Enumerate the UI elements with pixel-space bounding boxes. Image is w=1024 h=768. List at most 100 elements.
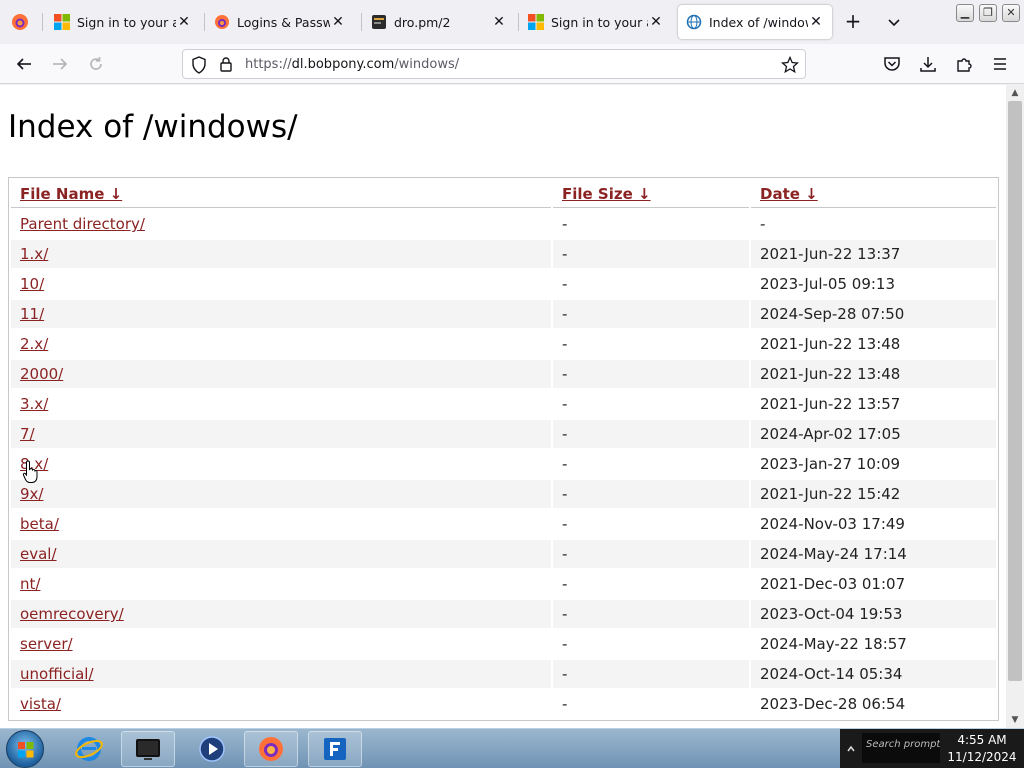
media-player-icon[interactable]	[185, 731, 239, 767]
directory-link[interactable]: 1.x/	[20, 245, 48, 263]
table-row: 2.x/ - 2021-Jun-22 13:48	[11, 330, 996, 358]
close-tab-icon[interactable]: ✕	[491, 14, 507, 30]
tab-title: Sign in to your acc	[551, 14, 648, 30]
directory-link[interactable]: oemrecovery/	[20, 605, 124, 623]
column-header-date[interactable]: Date ↓	[751, 180, 996, 208]
directory-link[interactable]: 10/	[20, 275, 44, 293]
file-name-cell: unofficial/	[11, 660, 551, 688]
back-arrow-icon[interactable]	[12, 52, 36, 76]
start-button[interactable]	[6, 730, 44, 768]
directory-link[interactable]: 3.x/	[20, 395, 48, 413]
url-scheme: https://	[245, 57, 292, 72]
file-size-cell: -	[562, 395, 568, 413]
url-host: dl.bobpony.com	[291, 57, 395, 72]
tab-sign-in-2[interactable]: Sign in to your acc ✕	[520, 5, 672, 39]
shield-icon[interactable]	[191, 56, 207, 78]
sort-by-size-link[interactable]: File Size ↓	[562, 185, 651, 203]
restore-window-icon[interactable]: ❐	[979, 4, 997, 22]
date-cell: 2024-Oct-14 05:34	[751, 660, 996, 688]
directory-link[interactable]: eval/	[20, 545, 57, 563]
directory-link[interactable]: 11/	[20, 305, 44, 323]
close-tab-icon[interactable]: ✕	[330, 14, 346, 30]
directory-link[interactable]: nt/	[20, 575, 40, 593]
file-transfer-app-icon[interactable]	[308, 731, 362, 767]
date-cell: 2024-May-24 17:14	[751, 540, 996, 568]
file-size-cell: -	[553, 540, 749, 568]
hand-cursor-icon	[22, 460, 40, 484]
directory-link[interactable]: 9x/	[20, 485, 43, 503]
close-tab-icon[interactable]: ✕	[808, 14, 824, 30]
file-size-cell: -	[553, 480, 749, 508]
column-header-file-name[interactable]: File Name ↓	[11, 180, 551, 208]
clock-time: 4:55 AM	[957, 733, 1007, 747]
table-row: unofficial/ -2024-Oct-14 05:34	[11, 660, 996, 688]
address-bar[interactable]: https://dl.bobpony.com/windows/	[182, 49, 806, 79]
date-cell: 2021-Jun-22 13:48	[751, 360, 996, 388]
file-size-cell: -	[562, 335, 568, 353]
internet-explorer-icon[interactable]	[62, 731, 116, 767]
directory-link[interactable]: unofficial/	[20, 665, 94, 683]
directory-link[interactable]: vista/	[20, 695, 61, 713]
minimize-window-icon[interactable]: ▁	[956, 4, 974, 22]
file-size-cell: -	[562, 695, 568, 713]
tab-index-windows[interactable]: Index of /windows/ ✕	[678, 5, 832, 39]
table-header-row: File Name ↓ File Size ↓ Date ↓	[11, 180, 996, 208]
taskbar-clock[interactable]: 4:55 AM 11/12/2024	[940, 729, 1024, 768]
show-hidden-icons-icon[interactable]	[846, 741, 856, 755]
reload-icon[interactable]	[84, 52, 108, 76]
date-cell: 2021-Jun-22 13:37	[751, 240, 996, 268]
firefox-taskbar-icon[interactable]	[244, 731, 298, 767]
sort-by-name-link[interactable]: File Name ↓	[20, 185, 122, 203]
directory-link[interactable]: beta/	[20, 515, 59, 533]
tab-separator	[204, 13, 205, 31]
vertical-scrollbar[interactable]: ▲ ▼	[1006, 85, 1024, 728]
directory-link[interactable]: server/	[20, 635, 73, 653]
file-listing: File Name ↓ File Size ↓ Date ↓ Parent di…	[8, 177, 999, 721]
table-row: 1.x/ -2021-Jun-22 13:37	[11, 240, 996, 268]
directory-link[interactable]: 2.x/	[20, 335, 48, 353]
downloads-icon[interactable]	[916, 52, 940, 76]
new-tab-icon[interactable]: +	[842, 11, 864, 33]
directory-link[interactable]: 2000/	[20, 365, 63, 383]
scroll-up-arrow-icon[interactable]: ▲	[1010, 88, 1020, 98]
chevron-down-icon[interactable]	[884, 12, 904, 32]
file-size-cell: -	[562, 635, 568, 653]
tab-logins-passwords[interactable]: Logins & Password ✕	[206, 5, 354, 39]
table-row: 2000/ -2021-Jun-22 13:48	[11, 360, 996, 388]
media-center-icon[interactable]	[121, 731, 175, 767]
close-window-icon[interactable]: ✕	[1002, 4, 1020, 22]
firefox-logo-icon	[214, 14, 230, 30]
file-name-cell: 2.x/	[11, 330, 551, 358]
bookmark-star-icon[interactable]	[780, 55, 800, 78]
microsoft-logo-icon	[54, 14, 70, 30]
firefox-view-icon[interactable]	[6, 8, 34, 36]
file-size-cell: -	[562, 515, 568, 533]
sort-by-date-link[interactable]: Date ↓	[760, 185, 818, 203]
pocket-icon[interactable]	[880, 52, 904, 76]
file-name-cell: 8.x/	[11, 450, 551, 478]
date-cell: 2023-Oct-04 19:53	[751, 600, 996, 628]
tab-sign-in-1[interactable]: Sign in to your acc ✕	[46, 5, 200, 39]
directory-link[interactable]: Parent directory/	[20, 215, 145, 233]
date-cell: 2024-Sep-28 07:50	[751, 300, 996, 328]
url-text[interactable]: https://dl.bobpony.com/windows/	[245, 57, 459, 72]
date-cell: 2021-Jun-22 13:48	[760, 335, 901, 353]
tab-dro-pm[interactable]: dro.pm/2 ✕	[363, 5, 515, 39]
close-tab-icon[interactable]: ✕	[176, 14, 192, 30]
tab-separator	[518, 13, 519, 31]
table-row: 3.x/ - 2021-Jun-22 13:57	[11, 390, 996, 418]
hamburger-menu-icon[interactable]	[988, 52, 1012, 76]
scroll-down-arrow-icon[interactable]: ▼	[1010, 715, 1020, 725]
close-tab-icon[interactable]: ✕	[648, 14, 664, 30]
file-name-cell: 3.x/	[11, 390, 551, 418]
directory-link[interactable]: 7/	[20, 425, 35, 443]
file-table: File Name ↓ File Size ↓ Date ↓ Parent di…	[9, 178, 998, 720]
forward-arrow-icon[interactable]	[48, 52, 72, 76]
column-header-file-size[interactable]: File Size ↓	[553, 180, 749, 208]
extensions-puzzle-icon[interactable]	[952, 52, 976, 76]
scrollbar-thumb[interactable]	[1008, 101, 1022, 681]
file-name-cell: Parent directory/	[11, 210, 551, 238]
tray-search-box[interactable]: Search prompt	[862, 733, 940, 763]
lock-icon[interactable]	[219, 56, 233, 76]
table-row: 8.x/- 2023-Jan-27 10:09	[11, 450, 996, 478]
